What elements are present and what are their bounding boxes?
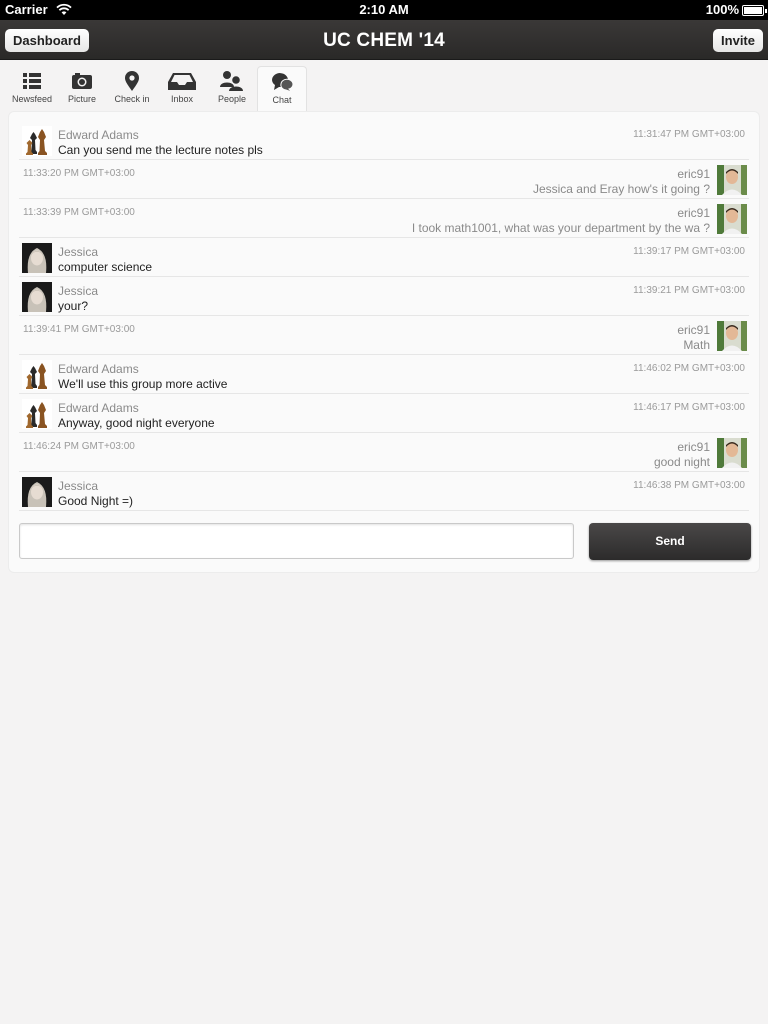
tab-people-label: People: [217, 94, 247, 104]
sender-name: Edward Adams: [58, 128, 139, 142]
eric-photo-avatar: [717, 165, 747, 195]
message-timestamp: 11:46:02 PM GMT+03:00: [633, 363, 745, 374]
jessica-photo-avatar: [22, 477, 52, 507]
message-text: I took math1001, what was your departmen…: [411, 221, 710, 235]
message-text: Can you send me the lecture notes pls: [58, 143, 263, 157]
message-text: good night: [653, 455, 710, 469]
page-title: UC CHEM '14: [323, 30, 445, 51]
message-timestamp: 11:39:41 PM GMT+03:00: [23, 324, 135, 335]
message-list: Edward Adams Can you send me the lecture…: [19, 121, 749, 511]
eric-photo-avatar: [717, 321, 747, 351]
battery-percent: 100%: [705, 2, 739, 17]
tab-check-in-label: Check in: [114, 94, 150, 104]
map-pin-icon: [125, 71, 139, 91]
chat-message: Edward Adams Can you send me the lecture…: [19, 121, 749, 160]
message-text: Math: [683, 338, 710, 352]
chat-panel: Edward Adams Can you send me the lecture…: [8, 111, 760, 573]
message-timestamp: 11:46:17 PM GMT+03:00: [633, 402, 745, 413]
inbox-tray-icon: [168, 73, 196, 90]
chat-message: eric91 good night 11:46:24 PM GMT+03:00: [19, 433, 749, 472]
chat-message: Jessica your? 11:39:21 PM GMT+03:00: [19, 277, 749, 316]
message-text: We'll use this group more active: [58, 377, 228, 391]
message-text: Good Night =): [58, 494, 134, 508]
sender-name: Jessica: [58, 479, 99, 493]
tab-chat-label: Chat: [272, 95, 292, 105]
message-timestamp: 11:46:38 PM GMT+03:00: [633, 480, 745, 491]
chess-pieces-avatar: [22, 399, 52, 429]
message-text: Jessica and Eray how's it going ?: [532, 182, 710, 196]
sender-name: eric91: [677, 206, 710, 220]
chat-message-input[interactable]: [19, 523, 574, 559]
invite-button[interactable]: Invite: [713, 29, 763, 52]
list-icon: [23, 73, 41, 89]
sender-name: eric91: [677, 323, 710, 337]
tab-check-in[interactable]: Check in: [107, 66, 157, 112]
tab-people[interactable]: People: [207, 66, 257, 112]
tab-bar: Newsfeed Picture Check in Inbox People C…: [0, 61, 768, 113]
navigation-bar: Dashboard UC CHEM '14 Invite: [0, 20, 768, 60]
chat-bubbles-icon: [272, 73, 294, 93]
sender-name: Edward Adams: [58, 401, 139, 415]
tab-inbox[interactable]: Inbox: [157, 66, 207, 112]
tab-picture[interactable]: Picture: [57, 66, 107, 112]
message-timestamp: 11:39:17 PM GMT+03:00: [633, 246, 745, 257]
sender-name: Jessica: [58, 245, 99, 259]
chat-message: Edward Adams We'll use this group more a…: [19, 355, 749, 394]
sender-name: eric91: [677, 167, 710, 181]
sender-name: Jessica: [58, 284, 99, 298]
eric-photo-avatar: [717, 204, 747, 234]
message-timestamp: 11:39:21 PM GMT+03:00: [633, 285, 745, 296]
tab-picture-label: Picture: [67, 94, 96, 104]
chess-pieces-avatar: [22, 126, 52, 156]
sender-name: eric91: [677, 440, 710, 454]
message-text: computer science: [58, 260, 153, 274]
eric-photo-avatar: [717, 438, 747, 468]
chat-message: Edward Adams Anyway, good night everyone…: [19, 394, 749, 433]
clock: 2:10 AM: [359, 2, 409, 17]
tab-newsfeed[interactable]: Newsfeed: [7, 66, 57, 112]
message-text: Anyway, good night everyone: [58, 416, 215, 430]
chat-message: eric91 Jessica and Eray how's it going ?…: [19, 160, 749, 199]
chat-message: eric91 Math 11:39:41 PM GMT+03:00: [19, 316, 749, 355]
chat-message: eric91 I took math1001, what was your de…: [19, 199, 749, 238]
chess-pieces-avatar: [22, 360, 52, 390]
tab-inbox-label: Inbox: [170, 94, 194, 104]
message-text: your?: [58, 299, 89, 313]
sender-name: Edward Adams: [58, 362, 139, 376]
message-timestamp: 11:46:24 PM GMT+03:00: [23, 441, 135, 452]
message-timestamp: 11:33:39 PM GMT+03:00: [23, 207, 135, 218]
tab-newsfeed-label: Newsfeed: [11, 94, 53, 104]
send-button[interactable]: Send: [589, 523, 751, 560]
people-icon: [220, 71, 243, 91]
status-bar: Carrier 2:10 AM 100%: [0, 0, 768, 20]
chat-message: Jessica Good Night =) 11:46:38 PM GMT+03…: [19, 472, 749, 511]
chat-message: Jessica computer science 11:39:17 PM GMT…: [19, 238, 749, 277]
jessica-photo-avatar: [22, 282, 52, 312]
tab-chat[interactable]: Chat: [257, 66, 307, 113]
message-timestamp: 11:31:47 PM GMT+03:00: [633, 129, 745, 140]
message-timestamp: 11:33:20 PM GMT+03:00: [23, 168, 135, 179]
camera-icon: [72, 73, 92, 89]
battery-icon: [742, 5, 767, 16]
jessica-photo-avatar: [22, 243, 52, 273]
